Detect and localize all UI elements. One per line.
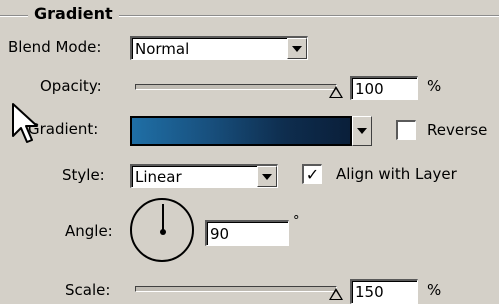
blend-mode-select[interactable]: Normal bbox=[130, 36, 308, 60]
scale-input[interactable]: 150 bbox=[350, 279, 418, 304]
align-with-layer-checkbox[interactable]: ✓ bbox=[302, 164, 322, 184]
style-select[interactable]: Linear bbox=[130, 164, 278, 188]
angle-label: Angle: bbox=[65, 222, 113, 240]
opacity-slider-thumb[interactable] bbox=[329, 86, 343, 98]
style-value: Linear bbox=[135, 167, 182, 186]
style-label: Style: bbox=[62, 166, 105, 184]
gradient-preview[interactable] bbox=[130, 116, 352, 146]
opacity-unit: % bbox=[427, 77, 442, 95]
scale-unit: % bbox=[427, 281, 442, 299]
degree-unit: ° bbox=[293, 214, 300, 229]
opacity-label: Opacity: bbox=[40, 77, 102, 95]
scale-label: Scale: bbox=[65, 281, 111, 299]
opacity-input[interactable]: 100 bbox=[350, 76, 418, 100]
opacity-slider-track[interactable] bbox=[135, 84, 337, 90]
reverse-label: Reverse bbox=[427, 121, 488, 139]
angle-dial[interactable] bbox=[130, 198, 194, 262]
chevron-down-icon[interactable] bbox=[287, 38, 307, 59]
gradient-picker-chevron-down-icon[interactable] bbox=[352, 116, 372, 146]
angle-dial-center bbox=[160, 229, 166, 235]
align-with-layer-label: Align with Layer bbox=[336, 165, 457, 183]
checkmark-icon: ✓ bbox=[305, 164, 320, 184]
group-title: Gradient bbox=[28, 4, 119, 23]
scale-slider-thumb[interactable] bbox=[329, 288, 343, 300]
blend-mode-label: Blend Mode: bbox=[8, 38, 102, 56]
blend-mode-value: Normal bbox=[135, 39, 190, 58]
arrow-cursor-icon bbox=[12, 103, 38, 143]
reverse-checkbox[interactable] bbox=[396, 120, 416, 140]
angle-input[interactable]: 90 bbox=[205, 220, 289, 246]
chevron-down-icon[interactable] bbox=[257, 166, 277, 187]
angle-dial-hand bbox=[162, 204, 164, 231]
scale-slider-track[interactable] bbox=[135, 286, 337, 292]
